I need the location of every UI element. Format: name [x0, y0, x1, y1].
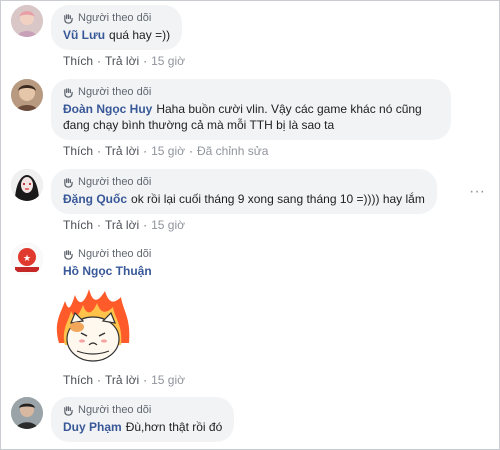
- like-link[interactable]: Thích: [63, 218, 93, 232]
- follower-badge: Người theo dõi: [63, 11, 170, 25]
- follower-badge: Người theo dõi: [63, 403, 222, 417]
- svg-text:★: ★: [23, 253, 31, 263]
- separator-dot: ·: [97, 218, 102, 232]
- avatar[interactable]: [11, 79, 43, 111]
- comment-text: quá hay =)): [109, 28, 171, 42]
- comment-author[interactable]: Đoàn Ngọc Huy: [63, 102, 152, 116]
- comment-actions: Thích · Trả lời · 15 giờ: [63, 54, 491, 70]
- avatar[interactable]: [11, 5, 43, 37]
- separator-dot: ·: [143, 144, 148, 158]
- hand-wave-icon: [64, 177, 73, 188]
- separator-dot: ·: [189, 144, 193, 158]
- follower-badge: Người theo dõi: [63, 247, 156, 261]
- separator-dot: ·: [97, 144, 102, 158]
- follower-label: Người theo dõi: [78, 404, 152, 416]
- comment-actions: Thích · Trả lời · 15 giờ: [63, 218, 491, 234]
- follower-label: Người theo dõi: [78, 176, 152, 188]
- comment-timestamp[interactable]: 15 giờ: [151, 373, 185, 387]
- comment-bubble: Người theo dõi Duy Phạm Đù,hơn thật rồi đ…: [51, 397, 235, 442]
- comment-author[interactable]: Vũ Lưu: [63, 28, 105, 42]
- comment-bubble: Người theo dõi Vũ Lưu quá hay =)): [51, 5, 183, 50]
- separator-dot: ·: [97, 373, 102, 387]
- hand-wave-icon: [64, 87, 73, 98]
- more-options-button[interactable]: ···: [469, 184, 485, 203]
- comment-timestamp[interactable]: 15 giờ: [151, 218, 185, 232]
- separator-dot: ·: [143, 218, 148, 232]
- comment-author[interactable]: Duy Phạm: [63, 420, 122, 434]
- angry-cat-sticker[interactable]: [51, 283, 137, 369]
- follower-badge: Người theo dõi: [63, 85, 439, 99]
- separator-dot: ·: [143, 54, 148, 68]
- follower-label: Người theo dõi: [78, 12, 152, 24]
- comment-author[interactable]: Hồ Ngọc Thuận: [63, 264, 152, 278]
- reply-link[interactable]: Trả lời: [105, 218, 139, 232]
- comment-bubble: Người theo dõi Đặng Quốc ok rồi lại cuối …: [51, 169, 437, 214]
- comment-bubble: Người theo dõi Hồ Ngọc Thuận: [51, 243, 168, 281]
- comments-panel: Người theo dõi Vũ Lưu quá hay =)) Thích · T…: [0, 0, 500, 450]
- follower-badge: Người theo dõi: [63, 175, 425, 189]
- follower-label: Người theo dõi: [78, 248, 152, 260]
- like-link[interactable]: Thích: [63, 54, 93, 68]
- avatar[interactable]: [11, 397, 43, 429]
- reply-link[interactable]: Trả lời: [105, 144, 139, 158]
- avatar[interactable]: [11, 169, 43, 201]
- comment-timestamp[interactable]: 15 giờ: [151, 54, 185, 68]
- comment-author[interactable]: Đặng Quốc: [63, 192, 127, 206]
- comment-actions: Thích · Trả lời · 15 giờ: [63, 373, 491, 389]
- like-link[interactable]: Thích: [63, 144, 93, 158]
- hand-wave-icon: [64, 249, 73, 260]
- comment-actions: Thích · Trả lời · 15 giờ · Đã chỉnh sửa: [63, 144, 491, 160]
- follower-label: Người theo dõi: [78, 86, 152, 98]
- reply-link[interactable]: Trả lời: [105, 373, 139, 387]
- separator-dot: ·: [97, 54, 102, 68]
- hand-wave-icon: [64, 13, 73, 24]
- comment-bubble: Người theo dõi Đoàn Ngọc Huy Haha buồn cư…: [51, 79, 451, 140]
- hand-wave-icon: [64, 405, 73, 416]
- comment-text: ok rồi lại cuối tháng 9 xong sang tháng …: [131, 192, 425, 206]
- avatar[interactable]: ★: [11, 243, 43, 275]
- reply-link[interactable]: Trả lời: [105, 54, 139, 68]
- comment-timestamp[interactable]: 15 giờ: [151, 144, 185, 158]
- comment-text: Đù,hơn thật rồi đó: [125, 420, 223, 434]
- separator-dot: ·: [143, 373, 148, 387]
- like-link[interactable]: Thích: [63, 373, 93, 387]
- edited-label[interactable]: Đã chỉnh sửa: [197, 144, 268, 158]
